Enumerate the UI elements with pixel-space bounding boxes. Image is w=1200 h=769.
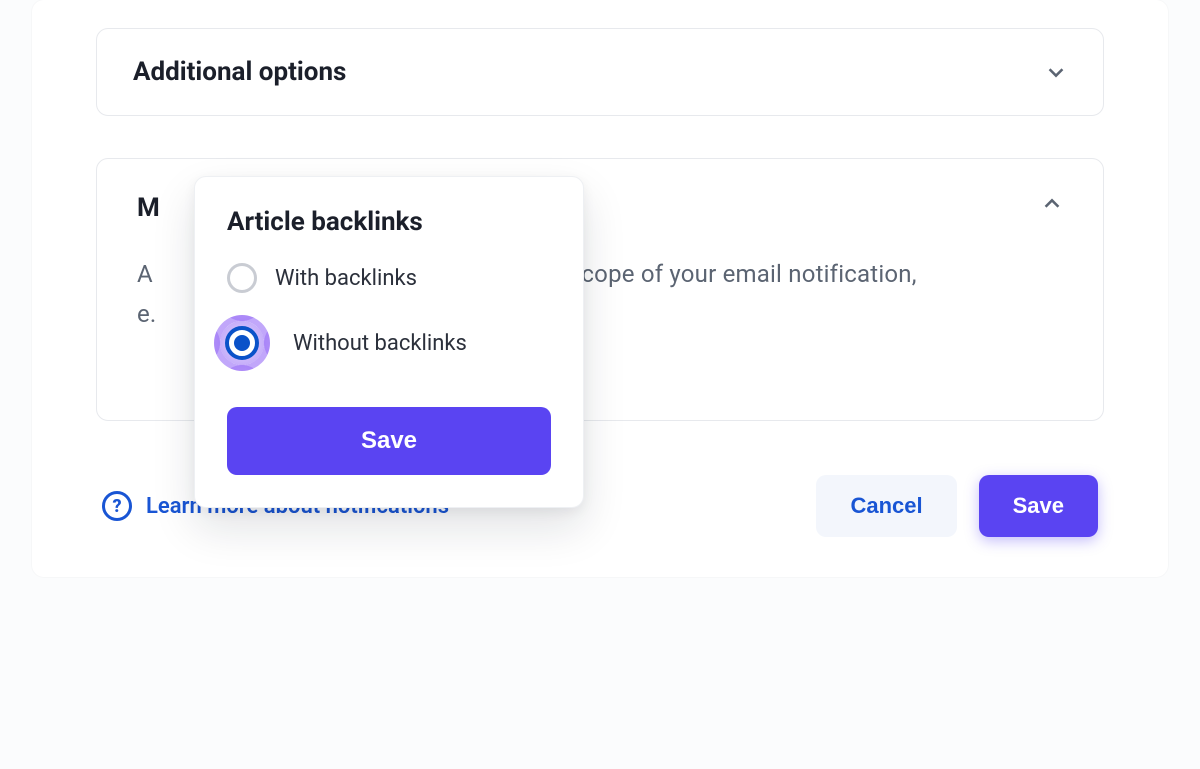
popover-save-button[interactable]: Save	[227, 407, 551, 475]
radio-label: With backlinks	[275, 266, 417, 291]
chevron-up-icon[interactable]	[1041, 193, 1063, 215]
radio-label: Without backlinks	[293, 331, 467, 356]
radio-with-backlinks[interactable]: With backlinks	[227, 263, 551, 293]
radio-without-backlinks[interactable]: Without backlinks	[227, 315, 551, 371]
cancel-button[interactable]: Cancel	[816, 475, 956, 537]
chevron-down-icon	[1045, 61, 1067, 83]
popover-title: Article backlinks	[227, 207, 551, 237]
additional-options-panel[interactable]: Additional options	[96, 28, 1104, 116]
radio-selected-icon	[225, 326, 259, 360]
additional-options-title: Additional options	[133, 57, 346, 87]
article-backlinks-popover: Article backlinks With backlinks Without…	[194, 176, 584, 508]
save-button[interactable]: Save	[979, 475, 1098, 537]
panel-title-fragment: M	[137, 193, 160, 223]
radio-icon	[227, 263, 257, 293]
help-icon: ?	[102, 491, 132, 521]
